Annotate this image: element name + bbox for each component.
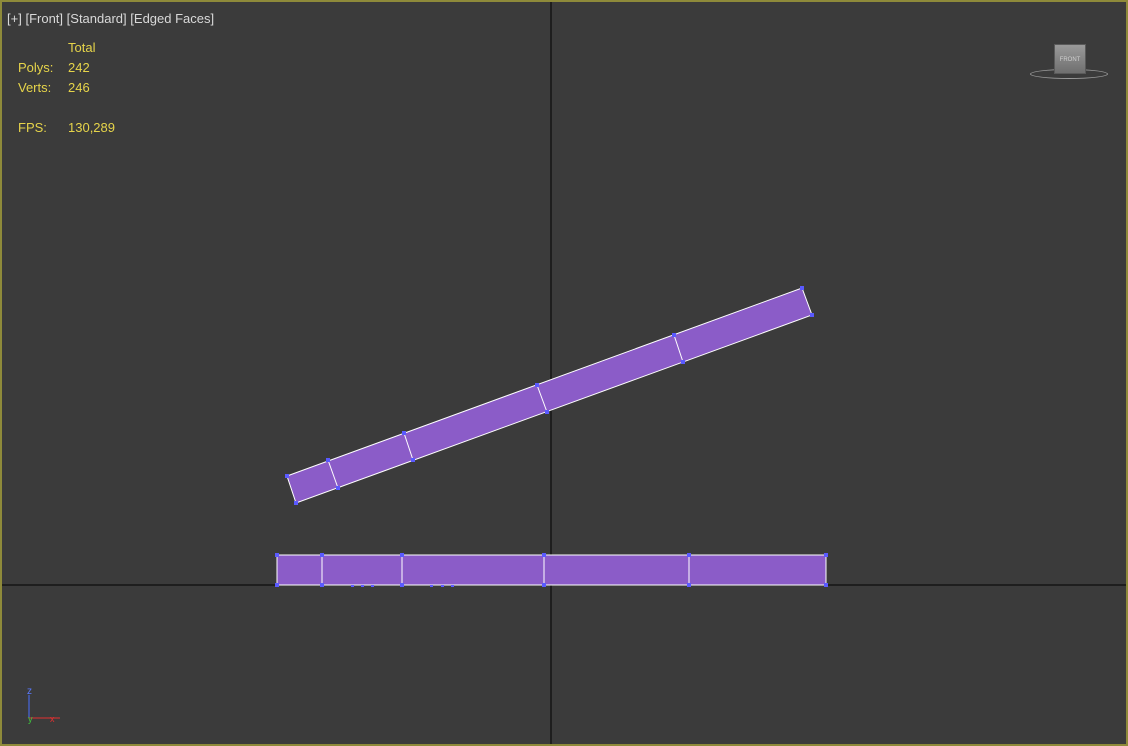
vertex-point[interactable] xyxy=(542,583,546,587)
viewport-scene[interactable]: z y x xyxy=(2,2,1126,744)
vertex-point[interactable] xyxy=(371,585,374,587)
vertex-point[interactable] xyxy=(441,585,444,587)
vertex-point[interactable] xyxy=(361,585,364,587)
vertex-point[interactable] xyxy=(430,585,433,587)
vertex-point[interactable] xyxy=(275,583,279,587)
vertex-point[interactable] xyxy=(326,458,330,462)
front-viewport[interactable]: [+] [Front] [Standard] [Edged Faces] Tot… xyxy=(0,0,1128,746)
vertex-point[interactable] xyxy=(400,553,404,557)
vertex-point[interactable] xyxy=(451,585,454,587)
vertex-point[interactable] xyxy=(824,553,828,557)
vertex-point[interactable] xyxy=(351,585,354,587)
vertex-point[interactable] xyxy=(411,458,415,462)
vertex-point[interactable] xyxy=(294,501,298,505)
vertex-point[interactable] xyxy=(336,486,340,490)
y-axis-label: y xyxy=(28,714,33,724)
x-axis-label: x xyxy=(50,714,55,724)
vertex-point[interactable] xyxy=(687,583,691,587)
vertex-point[interactable] xyxy=(285,474,289,478)
vertex-point[interactable] xyxy=(687,553,691,557)
vertex-point[interactable] xyxy=(402,431,406,435)
tilted-plank-object[interactable] xyxy=(285,286,814,505)
vertex-point[interactable] xyxy=(535,383,539,387)
vertex-point[interactable] xyxy=(681,360,685,364)
vertex-point[interactable] xyxy=(824,583,828,587)
flat-plank-object[interactable] xyxy=(275,553,828,587)
vertex-point[interactable] xyxy=(400,583,404,587)
vertex-point[interactable] xyxy=(545,410,549,414)
tilted-plank-face[interactable] xyxy=(286,287,813,504)
vertex-point[interactable] xyxy=(320,583,324,587)
flat-plank-face[interactable] xyxy=(276,554,827,586)
vertex-point[interactable] xyxy=(275,553,279,557)
vertex-point[interactable] xyxy=(800,286,804,290)
axis-gizmo-icon: z y x xyxy=(27,686,60,724)
vertex-point[interactable] xyxy=(320,553,324,557)
vertex-point[interactable] xyxy=(672,333,676,337)
vertex-point[interactable] xyxy=(542,553,546,557)
viewcube-front-face[interactable]: FRONT xyxy=(1054,44,1086,74)
vertex-point[interactable] xyxy=(810,313,814,317)
z-axis-label: z xyxy=(27,686,32,697)
